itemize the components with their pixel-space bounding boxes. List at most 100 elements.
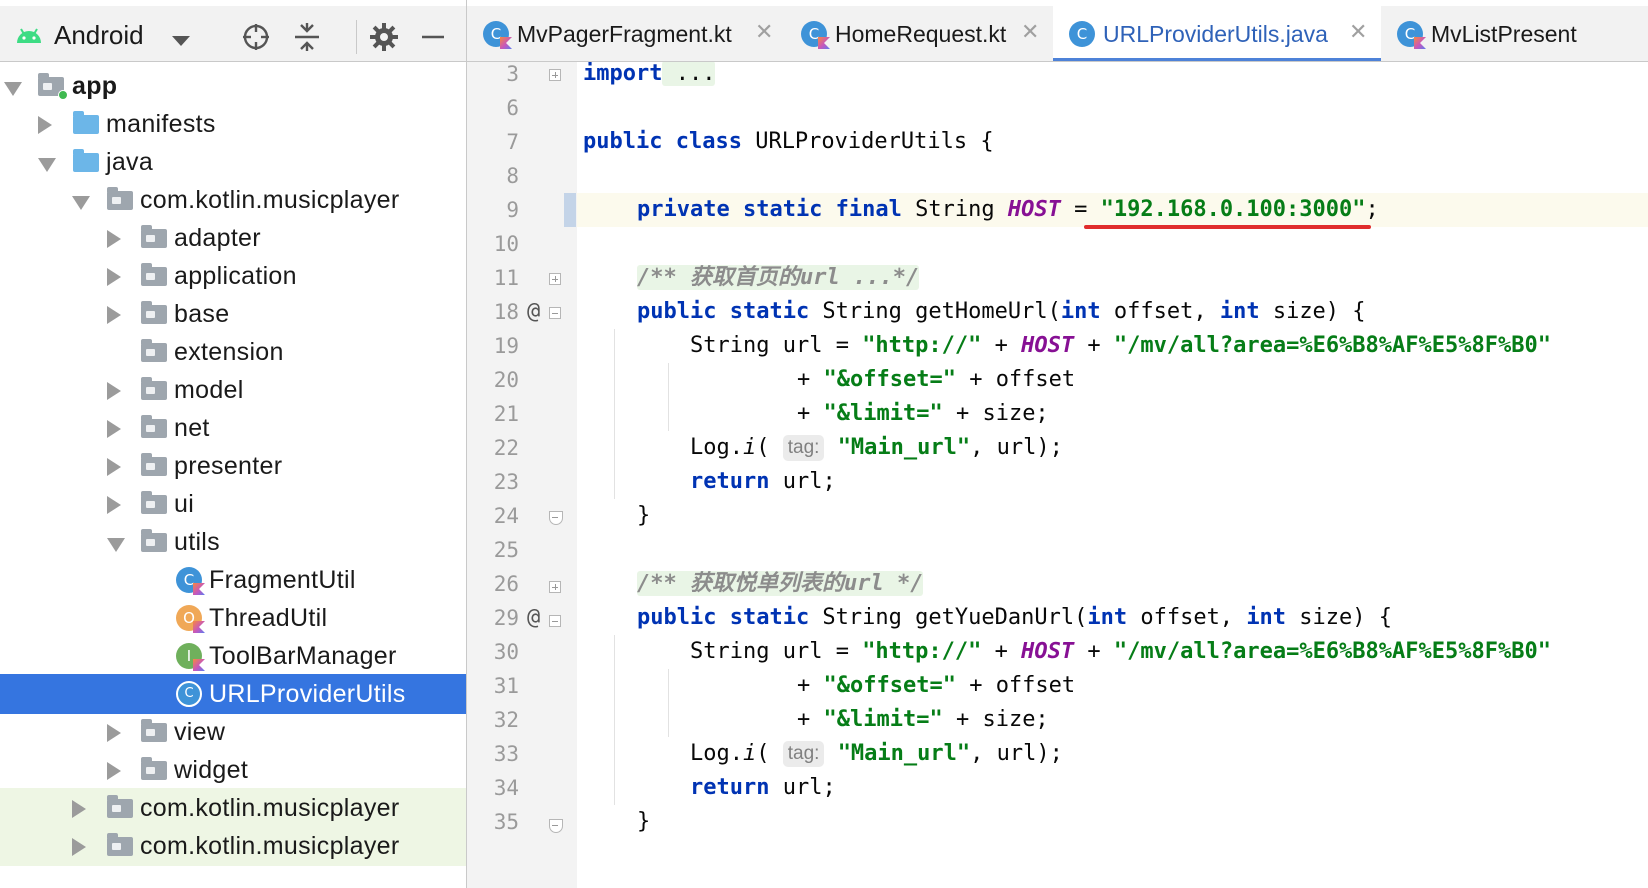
tree-item-label: base <box>174 300 230 328</box>
line-number: 30 <box>493 640 519 664</box>
fold-end-icon[interactable] <box>549 511 563 525</box>
close-icon[interactable]: ✕ <box>1021 22 1039 44</box>
tree-item-presenter[interactable]: presenter <box>0 446 466 486</box>
expand-arrow-icon[interactable] <box>107 496 121 514</box>
code-line-19[interactable]: String url = "http://" + HOST + "/mv/all… <box>690 329 1551 363</box>
tree-item-manifests[interactable]: manifests <box>0 104 466 144</box>
code-line-23[interactable]: return url; <box>690 465 836 499</box>
fold-end-icon[interactable] <box>549 819 563 833</box>
code-line-35[interactable]: } <box>637 805 650 839</box>
code-line-18[interactable]: public static String getHomeUrl(int offs… <box>637 295 1366 329</box>
tree-item-base[interactable]: base <box>0 294 466 334</box>
expand-arrow-icon[interactable] <box>107 420 121 438</box>
tree-item-extension[interactable]: extension <box>0 332 466 372</box>
tree-item-model[interactable]: model <box>0 370 466 410</box>
folded-doc-comment[interactable]: /** 获取首页的url ...*/ <box>637 265 920 290</box>
line-number: 25 <box>493 538 519 562</box>
tab-urlproviderutils[interactable]: C URLProviderUtils.java ✕ <box>1053 6 1381 61</box>
tree-item-label: net <box>174 414 210 442</box>
expand-arrow-icon[interactable] <box>107 762 121 780</box>
line-number: 9 <box>506 198 519 222</box>
keyword: public static <box>637 605 810 630</box>
expand-arrow-icon[interactable] <box>107 306 121 324</box>
code-text: ( <box>756 435 783 460</box>
tree-item-application[interactable]: application <box>0 256 466 296</box>
expand-arrow-icon[interactable] <box>72 838 86 856</box>
project-tree: app manifests java com.kotlin.musicplaye… <box>0 66 466 888</box>
code-line-7[interactable]: public class URLProviderUtils { <box>583 125 994 159</box>
tree-item-net[interactable]: net <box>0 408 466 448</box>
expand-arrow-icon[interactable] <box>107 230 121 248</box>
tree-item-utils[interactable]: utils <box>0 522 466 562</box>
tree-item-ui[interactable]: ui <box>0 484 466 524</box>
code-line-32[interactable]: + "&limit=" + size; <box>797 703 1049 737</box>
package-icon <box>141 339 167 362</box>
kotlin-class-icon: C <box>483 21 512 49</box>
chevron-down-icon[interactable] <box>172 36 190 46</box>
tree-item-view[interactable]: view <box>0 712 466 752</box>
tree-item-package-test[interactable]: com.kotlin.musicplayer <box>0 826 466 866</box>
expand-arrow-icon[interactable] <box>4 82 22 96</box>
code-line-34[interactable]: return url; <box>690 771 836 805</box>
minimize-icon[interactable] <box>418 22 448 52</box>
expand-arrow-icon[interactable] <box>72 800 86 818</box>
close-icon[interactable]: ✕ <box>1349 22 1367 44</box>
tree-item-package[interactable]: com.kotlin.musicplayer <box>0 180 466 220</box>
expand-arrow-icon[interactable] <box>107 724 121 742</box>
fold-collapse-icon[interactable] <box>549 615 561 627</box>
code-line-29[interactable]: public static String getYueDanUrl(int of… <box>637 601 1392 635</box>
gear-icon[interactable] <box>369 22 399 52</box>
override-gutter-icon[interactable]: @ <box>527 295 540 329</box>
string-literal: "&limit=" <box>823 707 943 732</box>
code-line-11[interactable]: /** 获取首页的url ...*/ <box>637 261 920 295</box>
code-line-9[interactable]: private static final String HOST = "192.… <box>637 193 1379 227</box>
locate-icon[interactable] <box>241 22 271 52</box>
fold-expand-icon[interactable] <box>549 69 561 81</box>
tree-item-adapter[interactable]: adapter <box>0 218 466 258</box>
fold-collapse-icon[interactable] <box>549 307 561 319</box>
code-line-30[interactable]: String url = "http://" + HOST + "/mv/all… <box>690 635 1551 669</box>
tree-item-threadutil[interactable]: O ThreadUtil <box>0 598 466 638</box>
code-editor[interactable]: 3 6 7 8 9 10 11 18 19 20 21 22 23 24 25 … <box>467 62 1648 888</box>
code-text: + <box>981 639 1022 664</box>
code-line-33[interactable]: Log.i( tag: "Main_url", url); <box>690 737 1063 771</box>
expand-arrow-icon[interactable] <box>107 268 121 286</box>
collapse-all-icon[interactable] <box>292 22 322 52</box>
code-line-26[interactable]: /** 获取悦单列表的url */ <box>637 567 924 601</box>
fold-expand-icon[interactable] <box>549 581 561 593</box>
folded-imports[interactable]: ... <box>662 62 716 86</box>
project-view-selector[interactable]: Android <box>54 20 144 50</box>
close-icon[interactable]: ✕ <box>755 22 773 44</box>
expand-arrow-icon[interactable] <box>72 196 90 210</box>
code-line-22[interactable]: Log.i( tag: "Main_url", url); <box>690 431 1063 465</box>
tree-item-app[interactable]: app <box>0 66 466 106</box>
tab-homerequest[interactable]: C HomeRequest.kt ✕ <box>785 6 1053 61</box>
expand-arrow-icon[interactable] <box>107 458 121 476</box>
tree-item-label: app <box>72 72 118 100</box>
package-icon <box>141 377 167 400</box>
fold-expand-icon[interactable] <box>549 273 561 285</box>
tree-item-toolbarmanager[interactable]: I ToolBarManager <box>0 636 466 676</box>
expand-arrow-icon[interactable] <box>38 158 56 172</box>
tree-item-package-androidtest[interactable]: com.kotlin.musicplayer <box>0 788 466 828</box>
constant-host: HOST <box>1021 639 1075 664</box>
tab-mvlistpresenter[interactable]: C MvListPresent <box>1381 6 1648 61</box>
project-tool-window: Android app manifests java com.kotlin.mu… <box>0 0 467 888</box>
tree-item-java[interactable]: java <box>0 142 466 182</box>
code-line-20[interactable]: + "&offset=" + offset <box>797 363 1075 397</box>
override-gutter-icon[interactable]: @ <box>527 601 540 635</box>
code-line-24[interactable]: } <box>637 499 650 533</box>
expand-arrow-icon[interactable] <box>38 116 52 134</box>
folded-doc-comment[interactable]: /** 获取悦单列表的url */ <box>637 571 924 596</box>
string-literal: "http://" <box>862 639 982 664</box>
java-class-icon: C <box>1069 21 1095 47</box>
code-line-31[interactable]: + "&offset=" + offset <box>797 669 1075 703</box>
tree-item-urlproviderutils[interactable]: C URLProviderUtils <box>0 674 466 714</box>
expand-arrow-icon[interactable] <box>107 538 125 552</box>
tree-item-fragmentutil[interactable]: C FragmentUtil <box>0 560 466 600</box>
tab-mvpagerfragment[interactable]: C MvPagerFragment.kt ✕ <box>467 6 785 61</box>
expand-arrow-icon[interactable] <box>107 382 121 400</box>
code-line-3[interactable]: import ... <box>583 62 716 91</box>
code-line-21[interactable]: + "&limit=" + size; <box>797 397 1049 431</box>
tree-item-widget[interactable]: widget <box>0 750 466 790</box>
